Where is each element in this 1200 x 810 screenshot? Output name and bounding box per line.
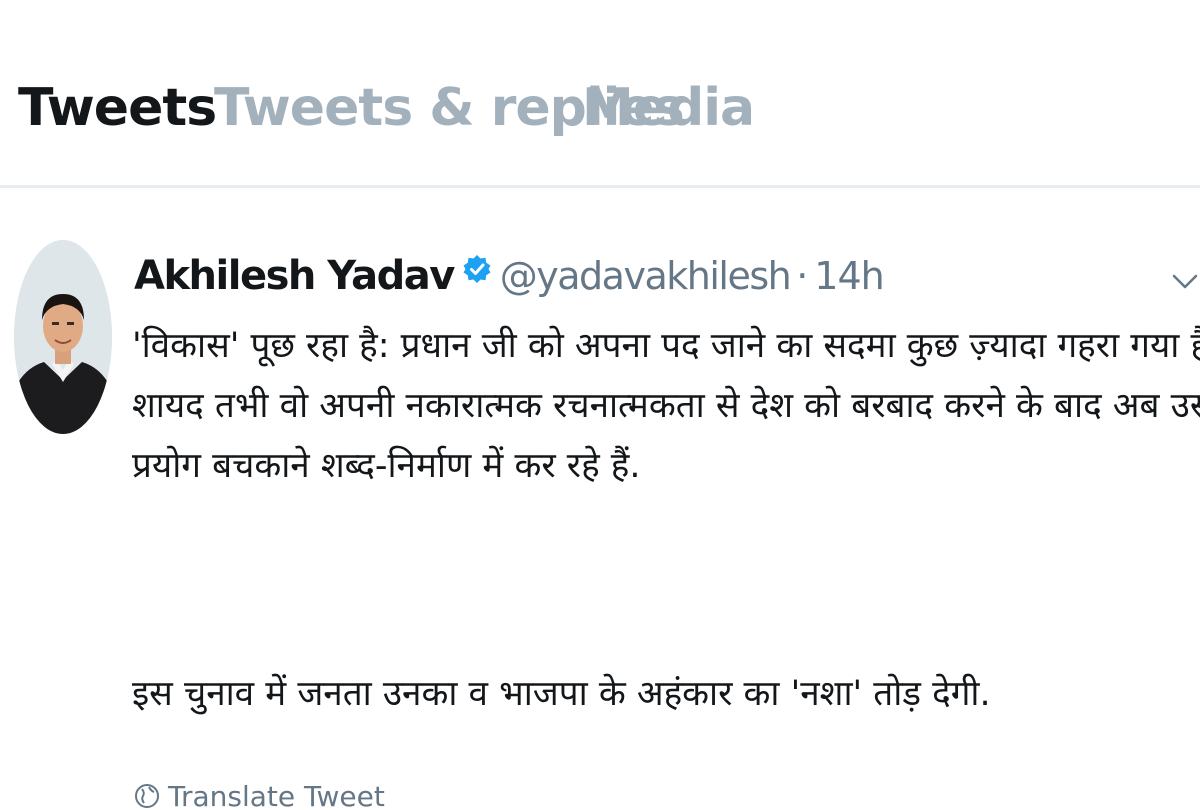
separator-dot: · xyxy=(796,254,809,298)
tweet-timestamp[interactable]: 14h xyxy=(814,254,884,298)
tweet-text-paragraph: इस चुनाव में जनता उनका व भाजपा के अहंकार… xyxy=(132,674,991,714)
user-handle[interactable]: @yadavakhilesh xyxy=(500,254,792,298)
profile-photo xyxy=(14,240,112,434)
chevron-down-icon[interactable] xyxy=(1170,266,1200,296)
tweet-text-line: 'विकास' पूछ रहा है: प्रधान जी को अपना पद… xyxy=(132,326,1200,366)
globe-icon xyxy=(134,783,160,809)
profile-tabs: Tweets Tweets & replies Media xyxy=(0,0,1200,188)
tweet-text-line: प्रयोग बचकाने शब्द-निर्माण में कर रहे है… xyxy=(132,446,641,486)
verified-badge-icon xyxy=(462,254,492,284)
tweet-text-line: शायद तभी वो अपनी नकारात्मक रचनात्मकता से… xyxy=(132,386,1200,426)
tab-media[interactable]: Media xyxy=(582,72,755,144)
tab-tweets[interactable]: Tweets xyxy=(18,72,217,144)
translate-label: Translate Tweet xyxy=(168,779,385,810)
avatar[interactable] xyxy=(14,240,112,434)
tweet-header: Akhilesh Yadav @yadavakhilesh · 14h xyxy=(134,246,885,306)
profile-timeline: Tweets Tweets & replies Media Akhilesh Y… xyxy=(0,0,1200,810)
tweet[interactable]: Akhilesh Yadav @yadavakhilesh · 14h 'विक… xyxy=(0,188,1200,810)
translate-tweet-link[interactable]: Translate Tweet xyxy=(134,776,385,810)
display-name[interactable]: Akhilesh Yadav xyxy=(134,253,455,299)
tweet-text: 'विकास' पूछ रहा है: प्रधान जी को अपना पद… xyxy=(132,316,1200,496)
